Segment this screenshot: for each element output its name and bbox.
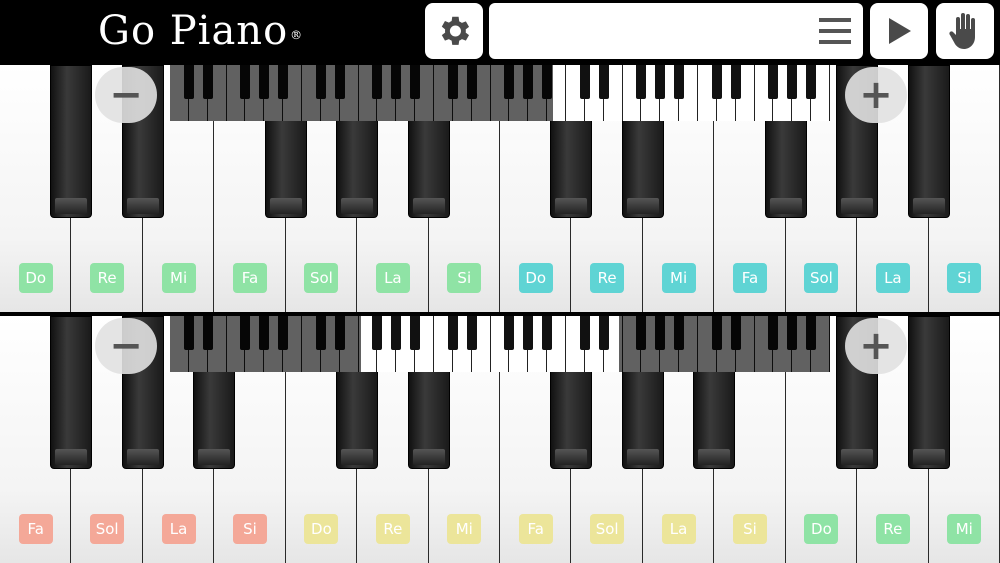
minus-icon: −: [109, 323, 143, 369]
note-label: Mi: [447, 514, 482, 544]
note-label: Sol: [90, 514, 125, 544]
note-label: Si: [447, 263, 482, 293]
navigator-black-key: [806, 65, 817, 99]
zoom-in-button[interactable]: +: [845, 318, 907, 374]
plus-icon: +: [859, 72, 893, 118]
navigator-black-key: [768, 65, 779, 99]
navigator-black-key: [655, 65, 666, 99]
navigator-black-key: [598, 316, 609, 350]
navigator-black-key: [711, 65, 722, 99]
black-key[interactable]: [50, 65, 93, 218]
zoom-in-button[interactable]: +: [845, 67, 907, 123]
plus-icon: +: [859, 323, 893, 369]
note-label: Re: [375, 514, 410, 544]
navigator-black-key: [579, 316, 590, 350]
navigator-shade: [170, 316, 362, 372]
note-label: Mi: [947, 514, 982, 544]
black-key[interactable]: [907, 65, 950, 218]
upper-keyboard[interactable]: Do Re Mi Fa Sol La Si Do Re Mi Fa Sol La Si − +: [0, 65, 1000, 312]
note-label: Do: [304, 514, 339, 544]
keyboard-navigator[interactable]: [170, 65, 830, 121]
play-icon: [889, 18, 911, 44]
note-label: Si: [233, 514, 267, 544]
note-label: Mi: [161, 263, 196, 293]
gear-icon: [441, 16, 470, 45]
note-label: Sol: [304, 263, 339, 293]
note-label: Si: [947, 263, 982, 293]
note-label: La: [661, 514, 696, 544]
list-icon: [819, 18, 851, 44]
app-logo-text: Go Piano: [98, 8, 289, 54]
note-label: Re: [590, 263, 625, 293]
navigator-black-key: [466, 316, 477, 350]
note-label: Do: [518, 263, 553, 293]
note-label: Si: [733, 514, 767, 544]
navigator-shade: [618, 316, 830, 372]
navigator-black-key: [787, 65, 798, 99]
note-label: La: [375, 263, 410, 293]
black-key[interactable]: [50, 316, 93, 469]
note-label: Fa: [518, 514, 553, 544]
navigator-black-key: [636, 65, 647, 99]
navigator-black-key: [598, 65, 609, 99]
navigator-black-key: [542, 316, 553, 350]
navigator-black-key: [730, 65, 741, 99]
app-logo: Go Piano ®: [98, 6, 303, 56]
navigator-shade: [170, 65, 553, 121]
navigator-black-key: [523, 316, 534, 350]
zoom-out-button[interactable]: −: [95, 318, 157, 374]
song-selector[interactable]: [489, 3, 863, 59]
zoom-out-button[interactable]: −: [95, 67, 157, 123]
play-button[interactable]: [870, 3, 928, 59]
note-label: La: [875, 263, 910, 293]
note-label: Do: [804, 514, 839, 544]
note-label: Fa: [18, 514, 53, 544]
note-label: Re: [875, 514, 910, 544]
black-key[interactable]: [907, 316, 950, 469]
navigator-black-key: [391, 316, 402, 350]
navigator-black-key: [504, 316, 515, 350]
note-label: Mi: [661, 263, 696, 293]
navigator-black-key: [372, 316, 383, 350]
hand-icon: [949, 13, 975, 49]
settings-button[interactable]: [425, 3, 483, 59]
note-label: Fa: [233, 263, 267, 293]
registered-mark: ®: [290, 28, 304, 42]
navigator-black-key: [674, 65, 685, 99]
lower-keyboard[interactable]: Fa Sol La Si Do Re Mi Fa Sol La Si Do Re Mi − +: [0, 316, 1000, 563]
note-label: Sol: [804, 263, 839, 293]
navigator-black-key: [410, 316, 421, 350]
hand-mode-button[interactable]: [936, 3, 994, 59]
keyboard-navigator[interactable]: [170, 316, 830, 372]
note-label: La: [161, 514, 196, 544]
note-label: Fa: [733, 263, 767, 293]
top-bar: Go Piano ®: [0, 0, 1000, 62]
navigator-black-key: [579, 65, 590, 99]
navigator-black-key: [447, 316, 458, 350]
minus-icon: −: [109, 72, 143, 118]
note-label: Sol: [590, 514, 625, 544]
note-label: Re: [90, 263, 125, 293]
note-label: Do: [18, 263, 53, 293]
